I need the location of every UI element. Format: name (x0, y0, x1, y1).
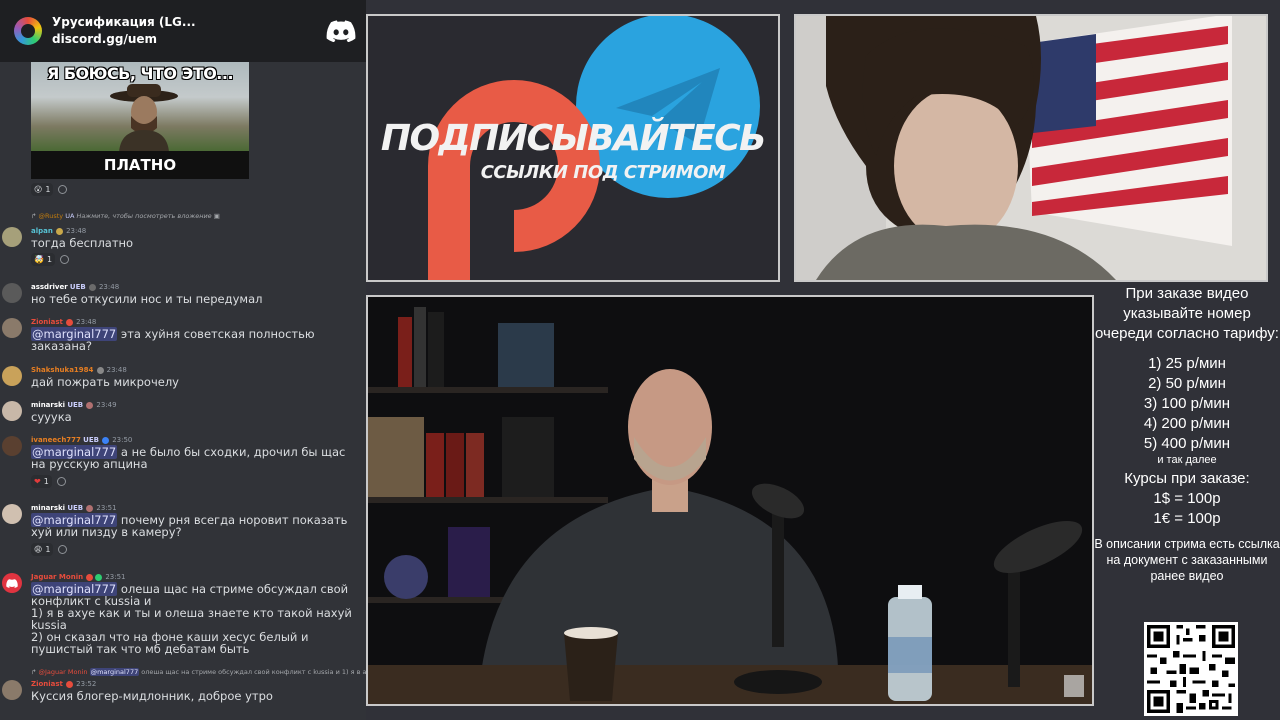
author-name[interactable]: ivaneech777 (31, 436, 81, 444)
author-name[interactable]: minarski (31, 504, 65, 512)
streamer-webcam (794, 14, 1268, 282)
tariff-item: 1) 25 р/мин (1148, 355, 1226, 372)
add-reaction-icon[interactable] (58, 545, 68, 554)
main-video-frame (366, 295, 1094, 706)
message-text: @marginal777 эта хуйня советская полност… (31, 327, 315, 353)
author-name[interactable]: assdriver (31, 283, 68, 291)
add-reaction-icon[interactable] (60, 255, 70, 264)
american-flag (1024, 16, 1232, 246)
order-instructions: При заказе видео указывайте номер очеред… (1095, 285, 1279, 342)
message-text: но тебе откусили нос и ты передумал (31, 292, 263, 306)
server-icon (14, 17, 42, 45)
message-text: дай пожрать микрочелу (31, 375, 179, 389)
meme-bottom-caption: ПЛАТНО (31, 151, 249, 179)
avatar[interactable] (2, 318, 22, 338)
add-reaction-icon[interactable] (58, 185, 68, 194)
author-name[interactable]: Zioniast (31, 318, 63, 326)
tariff-item: 5) 400 р/мин (1143, 435, 1231, 452)
promo-subtitle: ССЫЛКИ ПОД СТРИМОМ (480, 162, 726, 183)
server-name: Урусификация (LG... (52, 15, 196, 29)
reaction-pill[interactable]: 🤯 1 (31, 253, 56, 266)
reaction-emoji-icon: 😮 (34, 185, 43, 194)
reaction-pill[interactable]: 😩 1 (31, 543, 54, 556)
message-text: @marginal777 олеша щас на стриме обсужда… (31, 582, 352, 656)
discord-server-widget[interactable]: Урусификация (LG... discord.gg/uem (0, 0, 366, 62)
message-text: Куссия блогер-мидлонник, доброе утро (31, 689, 273, 703)
server-invite-link[interactable]: discord.gg/uem (52, 30, 326, 48)
tariff-etc: и так далее (1157, 454, 1217, 466)
description-note: В описании стрима есть ссылка на докумен… (1094, 537, 1280, 583)
meme-image-attachment[interactable]: Я БОЮСЬ, ЧТО ЭТО... ПЛАТНО (31, 62, 249, 179)
rate-usd: 1$ = 100р (1153, 490, 1221, 507)
add-reaction-icon[interactable] (56, 477, 66, 486)
webcam-scene (796, 16, 1266, 280)
message-text: @marginal777 почему рня всегда норовит п… (31, 513, 348, 539)
rates-title: Курсы при заказе: (1124, 470, 1250, 487)
author-name[interactable]: Shakshuka1984 (31, 366, 93, 374)
interview-scene (368, 297, 1092, 704)
message-text: сууука (31, 410, 72, 424)
discord-icon (326, 20, 356, 42)
avatar[interactable] (2, 436, 22, 456)
author-name[interactable]: Zioniast (31, 680, 63, 688)
tariff-item: 4) 200 р/мин (1143, 415, 1231, 432)
cowboy-figure (110, 84, 178, 152)
avatar[interactable] (2, 573, 22, 593)
tariff-item: 3) 100 р/мин (1143, 395, 1231, 412)
message-text: @marginal777 а не было бы сходки, дрочил… (31, 445, 346, 471)
discord-icon (6, 579, 18, 588)
avatar[interactable] (2, 366, 22, 386)
author-name[interactable]: Jaguar Monin (31, 573, 83, 581)
promo-title: ПОДПИСЫВАЙТЕСЬ (380, 118, 767, 159)
reaction-bar: 😮 1 (31, 183, 68, 196)
rate-eur: 1€ = 100р (1153, 510, 1221, 527)
reply-preview[interactable]: ↱ @Jaguar Monin @marginal777 олеша щас н… (31, 668, 366, 676)
tariff-item: 2) 50 р/мин (1148, 375, 1226, 392)
author-name[interactable]: alpan (31, 227, 53, 235)
reaction-pill[interactable]: 😮 1 (31, 183, 54, 196)
meme-top-caption: Я БОЮСЬ, ЧТО ЭТО... (46, 64, 234, 83)
avatar[interactable] (2, 504, 22, 524)
reply-preview[interactable]: ↱ @Rusty UA Нажмите, чтобы посмотреть вл… (31, 212, 220, 220)
avatar[interactable] (2, 680, 22, 700)
qr-code[interactable] (1144, 622, 1238, 716)
discord-chat-overlay: Урусификация (LG... discord.gg/uem Я БОЮ… (0, 0, 366, 720)
message-text: тогда бесплатно (31, 236, 134, 250)
author-name[interactable]: minarski (31, 401, 65, 409)
tariff-list: 1) 25 р/мин 2) 50 р/мин 3) 100 р/мин 4) … (1094, 354, 1280, 454)
order-info-panel: При заказе видео указывайте номер очеред… (1094, 282, 1280, 720)
avatar[interactable] (2, 227, 22, 247)
subscribe-promo-banner: ПОДПИСЫВАЙТЕСЬ ССЫЛКИ ПОД СТРИМОМ (366, 14, 780, 282)
reaction-pill[interactable]: ❤ 1 (31, 475, 52, 488)
avatar[interactable] (2, 401, 22, 421)
avatar[interactable] (2, 283, 22, 303)
